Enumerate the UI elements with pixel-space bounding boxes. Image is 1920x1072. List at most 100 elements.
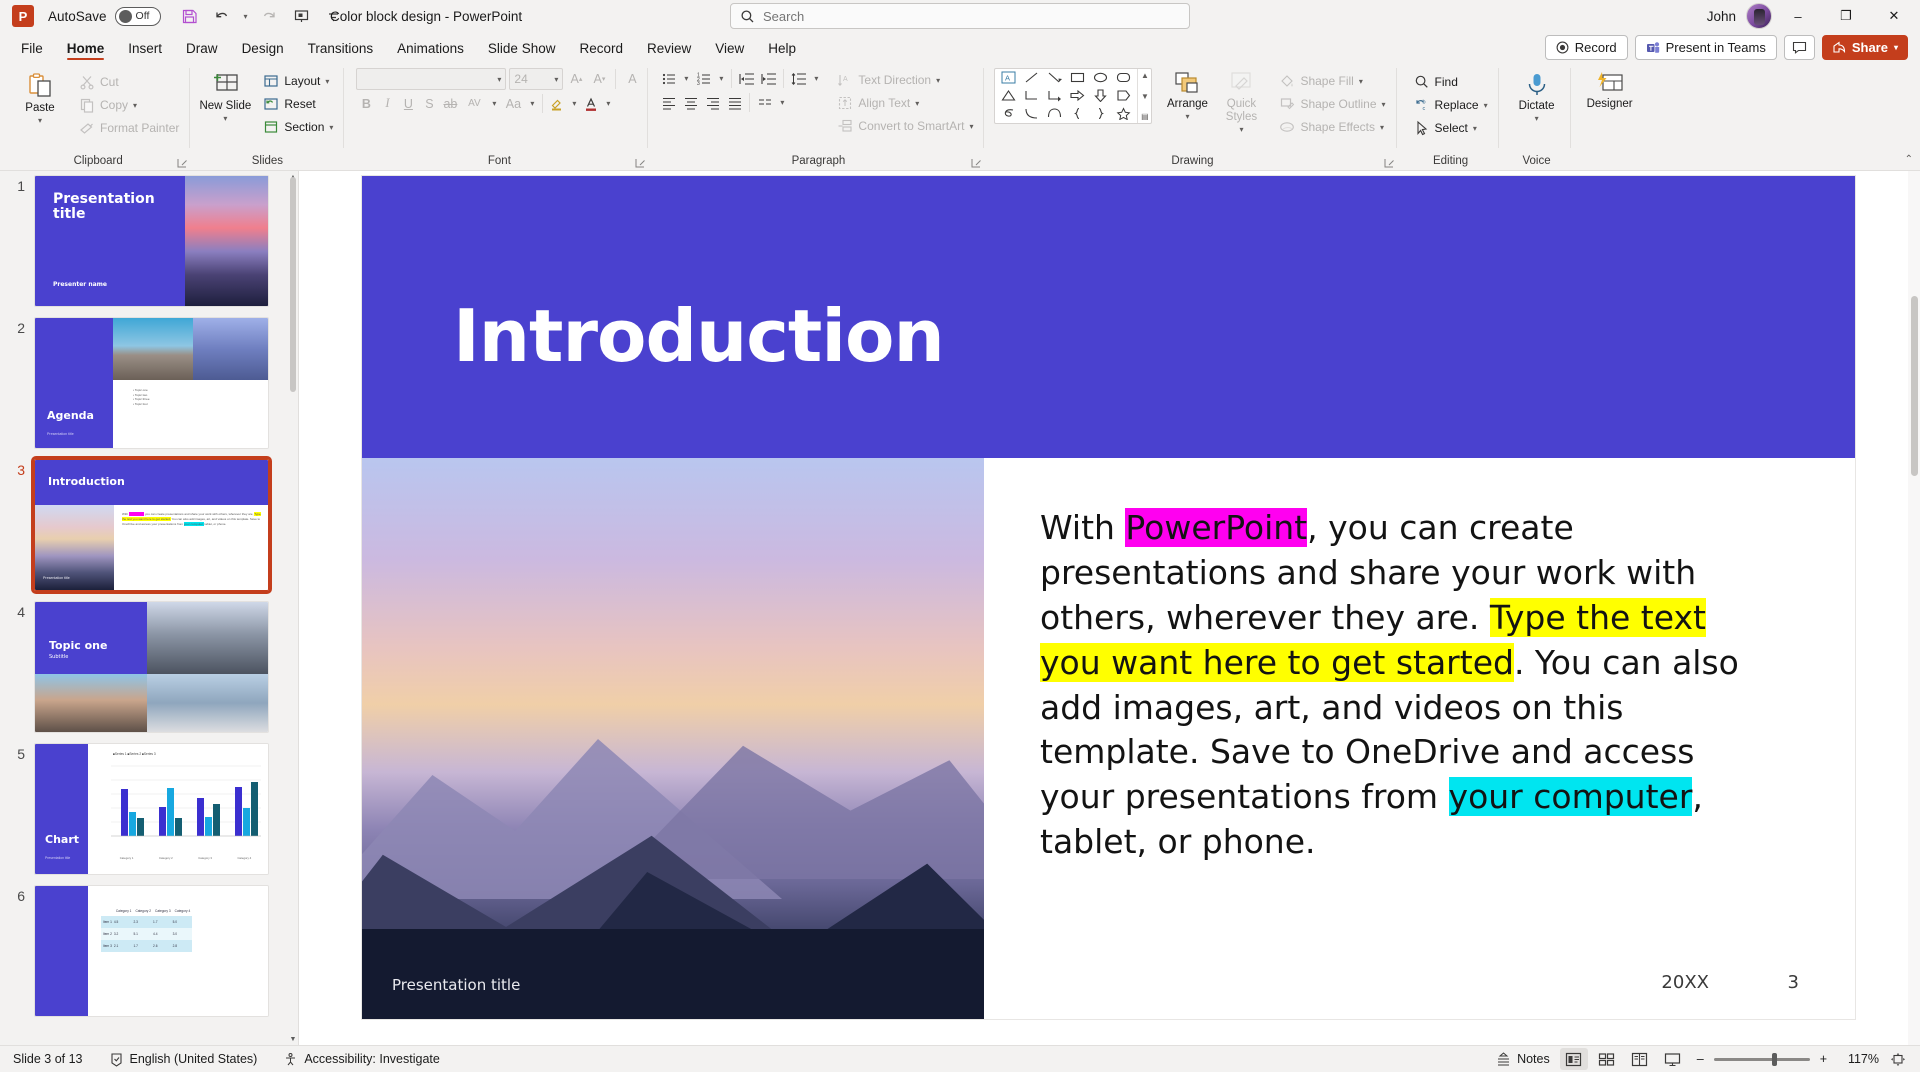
zoom-slider[interactable] (1713, 1052, 1810, 1066)
thumbnail-scrollbar[interactable]: ▲ ▼ (288, 171, 298, 1045)
slide-sorter-view-button[interactable] (1593, 1048, 1621, 1070)
slide-title[interactable]: Introduction (453, 294, 945, 378)
shapes-more-icon[interactable]: ▤ (1141, 112, 1149, 121)
line-shape-icon[interactable] (1024, 71, 1039, 87)
line-spacing-dropdown[interactable]: ▾ (810, 68, 822, 89)
slide-image[interactable]: Presentation title (362, 458, 984, 1019)
curve-shape-icon[interactable] (1024, 107, 1039, 123)
slide-thumbnail-3[interactable]: Introduction With PowerPoint you can cre… (31, 456, 272, 594)
character-spacing-button[interactable]: AV (461, 93, 487, 114)
align-text-button[interactable]: Align Text ▾ (832, 92, 978, 114)
slide-thumbnail-5[interactable]: ■Series 1 ■Series 2 ■Series 3 Category 1 (34, 743, 269, 875)
search-input[interactable] (763, 8, 1180, 24)
align-left-button[interactable] (658, 92, 679, 113)
select-button[interactable]: Select ▾ (1409, 117, 1493, 139)
search-box[interactable] (730, 3, 1190, 29)
change-case-dropdown[interactable]: ▾ (526, 93, 538, 114)
tab-transitions[interactable]: Transitions (297, 37, 385, 62)
paragraph-dialog-launcher[interactable] (971, 157, 982, 168)
list-item[interactable]: 3 Introduction With PowerPoint you can c… (0, 456, 288, 594)
highlight-color-dropdown[interactable]: ▾ (568, 93, 580, 114)
elbow-arrow-connector-icon[interactable] (1047, 89, 1062, 105)
arc-shape-icon[interactable] (1047, 107, 1062, 123)
close-button[interactable]: ✕ (1872, 0, 1916, 32)
language-indicator[interactable]: English (United States) (104, 1050, 263, 1069)
zoom-level-label[interactable]: 117% (1837, 1052, 1879, 1066)
canvas-scrollbar-thumb[interactable] (1911, 296, 1918, 476)
present-in-teams-button[interactable]: Present in Teams (1634, 35, 1777, 60)
drawing-dialog-launcher[interactable] (1384, 157, 1395, 168)
right-brace-shape-icon[interactable] (1093, 107, 1108, 123)
reading-view-button[interactable] (1626, 1048, 1654, 1070)
zoom-out-button[interactable]: – (1692, 1050, 1709, 1068)
paste-button[interactable]: Paste ▾ (12, 68, 68, 125)
shrink-font-button[interactable]: A ▾ (589, 69, 609, 90)
dictate-button[interactable]: Dictate ▾ (1509, 68, 1565, 123)
tab-help[interactable]: Help (757, 37, 807, 62)
tab-slide-show[interactable]: Slide Show (477, 37, 567, 62)
save-button[interactable] (175, 3, 205, 29)
redo-button[interactable] (255, 3, 285, 29)
font-dialog-launcher[interactable] (635, 157, 646, 168)
textbox-shape-icon[interactable]: A (1001, 71, 1016, 87)
triangle-shape-icon[interactable] (1001, 89, 1016, 105)
find-button[interactable]: Find (1409, 71, 1493, 93)
designer-button[interactable]: Designer (1579, 68, 1641, 111)
new-slide-button[interactable]: New Slide ▾ (196, 68, 254, 123)
record-button[interactable]: Record (1544, 35, 1628, 60)
copy-button[interactable]: Copy ▾ (74, 94, 184, 116)
tab-file[interactable]: File (10, 37, 54, 62)
font-color-dropdown[interactable]: ▾ (602, 93, 614, 114)
shape-fill-button[interactable]: Shape Fill ▾ (1274, 70, 1390, 92)
line-spacing-button[interactable] (788, 68, 809, 89)
zoom-in-button[interactable]: + (1815, 1050, 1832, 1068)
star-shape-icon[interactable] (1116, 107, 1131, 123)
bold-button[interactable]: B (356, 93, 376, 114)
rounded-rectangle-shape-icon[interactable] (1116, 71, 1131, 87)
maximize-button[interactable]: ❐ (1824, 0, 1868, 32)
shape-outline-button[interactable]: Shape Outline ▾ (1274, 93, 1390, 115)
oval-shape-icon[interactable] (1093, 71, 1108, 87)
numbering-dropdown[interactable]: ▾ (715, 68, 727, 89)
arrow-shape-icon[interactable] (1047, 71, 1063, 87)
scribble-shape-icon[interactable] (1001, 107, 1016, 123)
grow-font-button[interactable]: A ▴ (566, 69, 586, 90)
align-right-button[interactable] (702, 92, 723, 113)
accessibility-indicator[interactable]: Accessibility: Investigate (278, 1050, 444, 1069)
undo-dropdown-button[interactable]: ▾ (239, 3, 253, 29)
slideshow-view-button[interactable] (1659, 1048, 1687, 1070)
clear-formatting-button[interactable]: A (622, 69, 642, 90)
scroll-down-icon[interactable]: ▼ (1141, 92, 1149, 101)
slide-thumbnail-4[interactable]: Topic one Subtitle (34, 601, 269, 733)
tab-draw[interactable]: Draw (175, 37, 229, 62)
notes-button[interactable]: Notes (1491, 1050, 1555, 1068)
align-center-button[interactable] (680, 92, 701, 113)
slide-thumbnail-1[interactable]: Presentation title Presenter name (34, 175, 269, 307)
tab-home[interactable]: Home (56, 37, 116, 62)
clipboard-dialog-launcher[interactable] (177, 157, 188, 168)
rectangle-shape-icon[interactable] (1070, 71, 1085, 87)
list-item[interactable]: 2 • Topic one • Topic two • Topic three • T… (0, 317, 288, 449)
start-presentation-button[interactable] (287, 3, 317, 29)
columns-button[interactable] (754, 92, 775, 113)
change-case-button[interactable]: Aa (501, 93, 525, 114)
font-size-input[interactable]: 24 ▾ (509, 68, 564, 90)
canvas-scrollbar[interactable] (1908, 171, 1920, 1045)
fit-slide-to-window-button[interactable] (1884, 1048, 1912, 1070)
increase-indent-button[interactable] (758, 68, 779, 89)
bullets-dropdown[interactable]: ▾ (680, 68, 692, 89)
tab-animations[interactable]: Animations (386, 37, 475, 62)
reset-button[interactable]: Reset (258, 93, 338, 115)
numbering-button[interactable]: 123 (693, 68, 714, 89)
collapse-ribbon-button[interactable]: ⌃ (1905, 154, 1913, 165)
slide-thumbnail-2[interactable]: • Topic one • Topic two • Topic three • Top… (34, 317, 269, 449)
zoom-slider-handle[interactable] (1771, 1052, 1777, 1066)
arrange-button[interactable]: Arrange ▾ (1160, 68, 1214, 121)
list-item[interactable]: 1 Presentation title Presenter name (0, 175, 288, 307)
text-highlight-button[interactable] (547, 93, 567, 114)
convert-to-smartart-button[interactable]: Convert to SmartArt ▾ (832, 115, 978, 137)
font-color-button[interactable] (581, 93, 601, 114)
tab-insert[interactable]: Insert (117, 37, 173, 62)
columns-dropdown[interactable]: ▾ (776, 92, 788, 113)
share-button[interactable]: Share ▾ (1821, 35, 1908, 60)
